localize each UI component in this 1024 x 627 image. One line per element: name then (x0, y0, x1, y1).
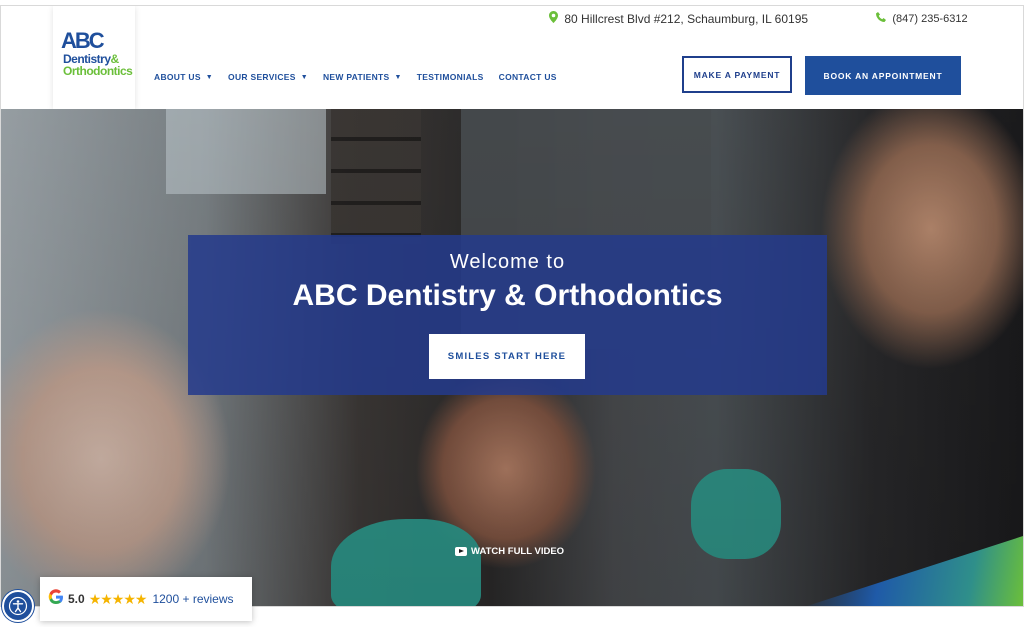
address-text: 80 Hillcrest Blvd #212, Schaumburg, IL 6… (564, 12, 809, 26)
nav-label: NEW PATIENTS (322, 72, 390, 82)
google-logo-icon (48, 588, 64, 610)
nav-contact-us[interactable]: CONTACT US (499, 72, 557, 82)
hero-section: Welcome to ABC Dentistry & Orthodontics … (1, 109, 1023, 606)
rating-value: 5.0 (68, 592, 85, 606)
watch-video-link[interactable]: WATCH FULL VIDEO (455, 546, 564, 557)
accessibility-button[interactable] (2, 590, 34, 622)
nav-label: CONTACT US (498, 72, 557, 82)
nav-label: OUR SERVICES (228, 72, 296, 82)
caret-down-icon: ▼ (205, 73, 214, 81)
book-appointment-button[interactable]: BOOK AN APPOINTMENT (805, 56, 961, 95)
phone-text: (847) 235-6312 (892, 13, 968, 25)
review-count: 1200 + reviews (152, 592, 234, 606)
smiles-start-here-button[interactable]: SMILES START HERE (429, 334, 585, 379)
phone-icon (876, 11, 889, 25)
welcome-panel: Welcome to ABC Dentistry & Orthodontics … (188, 235, 827, 395)
main-nav: ABOUT US ▼ OUR SERVICES ▼ NEW PATIENTS ▼ TE… (154, 72, 557, 82)
phone-link[interactable]: (847) 235-6312 (876, 11, 968, 25)
site-header: ABC Dentistry& Orthodontics 80 Hillcrest… (1, 6, 1023, 109)
nav-label: TESTIMONIALS (416, 72, 484, 82)
caret-down-icon: ▼ (300, 73, 308, 81)
page-frame: ABC Dentistry& Orthodontics 80 Hillcrest… (0, 5, 1024, 607)
nav-new-patients[interactable]: NEW PATIENTS ▼ (323, 72, 402, 82)
caret-down-icon: ▼ (394, 73, 402, 81)
nav-testimonials[interactable]: TESTIMONIALS (417, 72, 484, 82)
nav-our-services[interactable]: OUR SERVICES ▼ (228, 72, 308, 82)
make-payment-button[interactable]: MAKE A PAYMENT (682, 56, 792, 93)
nav-about-us[interactable]: ABOUT US ▼ (154, 72, 213, 82)
address-link[interactable]: 80 Hillcrest Blvd #212, Schaumburg, IL 6… (549, 11, 808, 26)
logo-link[interactable]: ABC Dentistry& Orthodontics (53, 6, 135, 109)
watch-video-label: WATCH FULL VIDEO (471, 546, 565, 557)
map-pin-icon (549, 11, 561, 26)
youtube-play-icon (455, 547, 467, 556)
logo-line2: Orthodontics (63, 64, 133, 78)
accessibility-icon (8, 596, 28, 616)
star-rating-icon: ★★★★★ (88, 590, 148, 607)
welcome-text: Welcome to (449, 251, 566, 273)
google-reviews-badge[interactable]: 5.0 ★★★★★ 1200 + reviews (40, 577, 252, 621)
hero-title: ABC Dentistry & Orthodontics (292, 279, 723, 312)
nav-label: ABOUT US (154, 72, 201, 82)
logo-abc: ABC (61, 28, 105, 53)
logo: ABC Dentistry& Orthodontics (59, 28, 133, 88)
